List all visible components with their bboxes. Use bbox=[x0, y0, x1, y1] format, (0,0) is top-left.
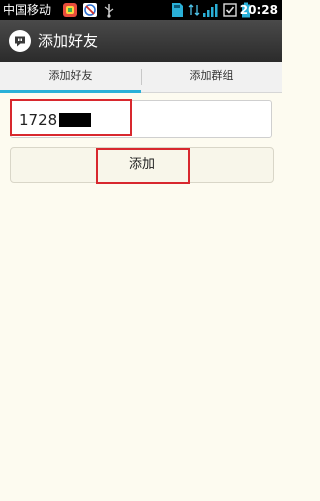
blocked-notification-icon bbox=[82, 2, 98, 22]
page-title: 添加好友 bbox=[38, 32, 99, 50]
signal-icon bbox=[202, 2, 218, 22]
redaction-box bbox=[59, 113, 91, 127]
carrier-name: 中国移动 bbox=[3, 3, 52, 17]
sd-card-icon bbox=[170, 2, 184, 22]
tab-add-friend[interactable]: 添加好友 bbox=[0, 62, 141, 92]
tab-add-group[interactable]: 添加群组 bbox=[141, 62, 282, 92]
status-time: 20:28 bbox=[239, 3, 278, 17]
status-bar: 中国移动 20:28 bbox=[0, 0, 282, 20]
usb-icon bbox=[102, 2, 116, 22]
add-button-label: 添加 bbox=[128, 157, 155, 172]
friend-id-value: 1728 bbox=[19, 111, 58, 129]
tab-selected-indicator bbox=[0, 90, 141, 93]
checkbox-icon bbox=[222, 2, 238, 22]
chat-bubble-icon bbox=[8, 29, 32, 53]
data-arrows-icon bbox=[188, 2, 200, 22]
friend-id-input[interactable]: 1728 bbox=[10, 100, 272, 138]
tab-add-group-label: 添加群组 bbox=[189, 69, 234, 82]
add-button[interactable]: 添加 bbox=[10, 147, 274, 183]
notification-app-icon bbox=[62, 2, 78, 22]
tab-bar: 添加好友 添加群组 bbox=[0, 62, 282, 93]
tab-add-friend-label: 添加好友 bbox=[48, 69, 93, 82]
title-bar: 添加好友 bbox=[0, 20, 282, 63]
